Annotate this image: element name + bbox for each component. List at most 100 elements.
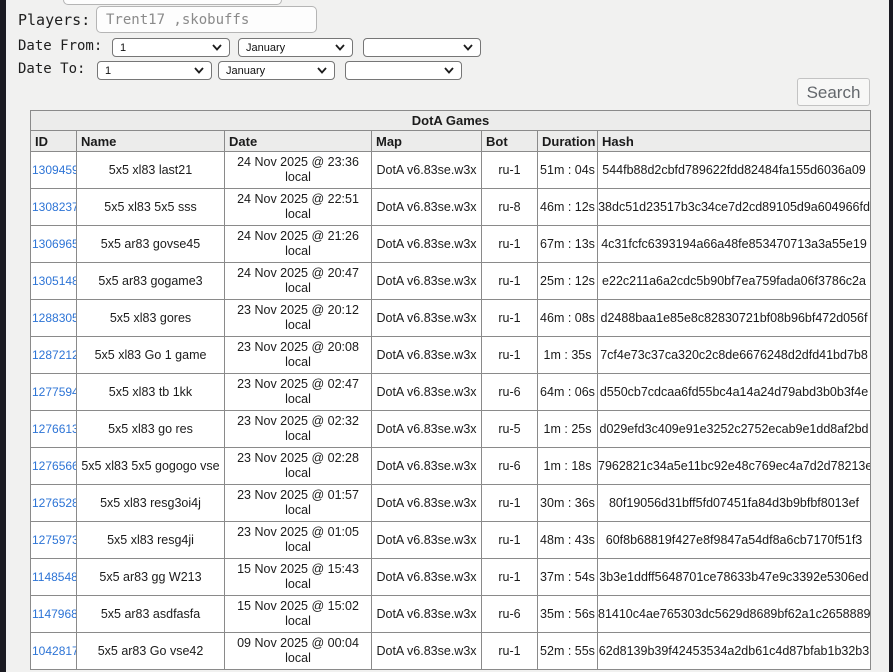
game-id-link[interactable]: 1148548	[32, 570, 76, 584]
date-to-month-select[interactable]: January	[218, 61, 335, 80]
game-bot-cell: ru-5	[481, 410, 538, 448]
game-hash-cell: 7cf4e73c37ca320c2c8de6676248d2dfd41bd7b8	[596, 336, 872, 374]
game-date-line: 23 Nov 2025 @ 02:47	[237, 377, 359, 391]
game-map-cell: DotA v6.83se.w3x	[371, 188, 482, 226]
date-to-year-select[interactable]	[345, 61, 462, 80]
game-date-local: local	[285, 429, 311, 443]
date-from-day-select[interactable]: 1	[112, 38, 230, 57]
game-date-line: 23 Nov 2025 @ 01:57	[237, 488, 359, 502]
table-row: 1305148 5x5 ar83 gogame3 24 Nov 2025 @ 2…	[30, 262, 872, 300]
date-to-day-value: 1	[105, 64, 112, 77]
game-id-link[interactable]: 1277594	[32, 385, 76, 399]
game-id-link[interactable]: 1276566	[32, 459, 76, 473]
game-id-cell: 1309459	[30, 151, 77, 189]
game-duration-cell: 52m : 55s	[537, 632, 598, 670]
col-header-name: Name	[76, 130, 225, 152]
game-id-link[interactable]: 1287212	[32, 348, 76, 362]
game-date-local: local	[285, 392, 311, 406]
game-date-cell: 24 Nov 2025 @ 22:51 local	[224, 188, 372, 226]
game-map-cell: DotA v6.83se.w3x	[371, 595, 482, 633]
date-from-month-select[interactable]: January	[238, 38, 353, 57]
game-id-link[interactable]: 1147968	[32, 607, 76, 621]
game-bot-cell: ru-1	[481, 225, 538, 263]
game-id-link[interactable]: 1288305	[32, 311, 76, 325]
game-id-link[interactable]: 1275973	[32, 533, 76, 547]
game-date-local: local	[285, 503, 311, 517]
chevron-down-icon	[212, 44, 222, 51]
game-id-link[interactable]: 1276528	[32, 496, 76, 510]
col-header-map: Map	[371, 130, 482, 152]
players-input[interactable]	[96, 6, 317, 33]
game-id-cell: 1288305	[30, 299, 77, 337]
table-row: 1042817 5x5 ar83 Go vse42 09 Nov 2025 @ …	[30, 632, 872, 670]
game-id-link[interactable]: 1308237	[32, 200, 76, 214]
game-date-local: local	[285, 540, 311, 554]
date-from-month-value: January	[246, 41, 286, 54]
game-hash-cell: 38dc51d23517b3c34ce7d2cd89105d9a604966fd	[596, 188, 872, 226]
game-name-cell: 5x5 ar83 Go vse42	[76, 632, 225, 670]
game-bot-cell: ru-6	[481, 447, 538, 485]
game-bot-cell: ru-1	[481, 336, 538, 374]
game-id-cell: 1147968	[30, 595, 77, 633]
games-table: DotA Games ID Name Date Map Bot Duration…	[29, 110, 872, 670]
col-header-hash: Hash	[596, 130, 872, 152]
date-from-year-select[interactable]	[363, 38, 481, 57]
game-id-cell: 1287212	[30, 336, 77, 374]
table-title: DotA Games	[29, 110, 872, 131]
game-id-cell: 1275973	[30, 521, 77, 559]
game-name-cell: 5x5 xl83 resg3oi4j	[76, 484, 225, 522]
game-date-local: local	[285, 651, 311, 665]
game-date-cell: 23 Nov 2025 @ 02:28 local	[224, 447, 372, 485]
game-date-line: 15 Nov 2025 @ 15:02	[237, 599, 359, 613]
game-id-link[interactable]: 1305148	[32, 274, 76, 288]
game-date-cell: 24 Nov 2025 @ 23:36 local	[224, 151, 372, 189]
game-id-link[interactable]: 1309459	[32, 163, 76, 177]
game-id-link[interactable]: 1306965	[32, 237, 76, 251]
game-map-cell: DotA v6.83se.w3x	[371, 484, 482, 522]
game-map-cell: DotA v6.83se.w3x	[371, 410, 482, 448]
top-partial-input[interactable]	[63, 0, 282, 5]
game-date-cell: 15 Nov 2025 @ 15:02 local	[224, 595, 372, 633]
game-date-cell: 24 Nov 2025 @ 20:47 local	[224, 262, 372, 300]
game-map-cell: DotA v6.83se.w3x	[371, 373, 482, 411]
col-header-id: ID	[30, 130, 77, 152]
game-date-local: local	[285, 244, 311, 258]
game-date-line: 24 Nov 2025 @ 23:36	[237, 155, 359, 169]
game-hash-cell: 3b3e1ddff5648701ce78633b47e9c3392e5306ed	[596, 558, 872, 596]
game-date-local: local	[285, 207, 311, 221]
game-date-line: 23 Nov 2025 @ 20:08	[237, 340, 359, 354]
date-from-label: Date From:	[18, 38, 103, 54]
game-bot-cell: ru-1	[481, 151, 538, 189]
game-bot-cell: ru-8	[481, 188, 538, 226]
col-header-bot: Bot	[481, 130, 538, 152]
game-hash-cell: e22c211a6a2cdc5b90bf7ea759fada06f3786c2a	[596, 262, 872, 300]
game-date-line: 23 Nov 2025 @ 02:28	[237, 451, 359, 465]
table-row: 1288305 5x5 xl83 gores 23 Nov 2025 @ 20:…	[30, 299, 872, 337]
game-id-link[interactable]: 1042817	[32, 644, 76, 658]
game-hash-cell: 62d8139b39f42453534a2db61c4d87bfab1b32b3	[596, 632, 872, 670]
game-date-line: 09 Nov 2025 @ 00:04	[237, 636, 359, 650]
game-bot-cell: ru-6	[481, 373, 538, 411]
game-hash-cell: d550cb7cdcaa6fd55bc4a14a24d79abd3b0b3f4e	[596, 373, 872, 411]
game-duration-cell: 64m : 06s	[537, 373, 598, 411]
game-date-local: local	[285, 318, 311, 332]
game-date-line: 24 Nov 2025 @ 21:26	[237, 229, 359, 243]
date-to-label: Date To:	[18, 61, 86, 77]
game-id-link[interactable]: 1276613	[32, 422, 76, 436]
date-to-day-select[interactable]: 1	[97, 61, 212, 80]
search-button[interactable]: Search	[797, 78, 870, 106]
game-date-local: local	[285, 577, 311, 591]
game-id-cell: 1276613	[30, 410, 77, 448]
game-id-cell: 1277594	[30, 373, 77, 411]
game-date-cell: 15 Nov 2025 @ 15:43 local	[224, 558, 372, 596]
game-hash-cell: 544fb88d2cbfd789622fdd82484fa155d6036a09	[596, 151, 872, 189]
table-row: 1309459 5x5 xl83 last21 24 Nov 2025 @ 23…	[30, 151, 872, 189]
table-row: 1276613 5x5 xl83 go res 23 Nov 2025 @ 02…	[30, 410, 872, 448]
game-name-cell: 5x5 ar83 govse45	[76, 225, 225, 263]
game-date-line: 23 Nov 2025 @ 02:32	[237, 414, 359, 428]
game-id-cell: 1305148	[30, 262, 77, 300]
game-bot-cell: ru-1	[481, 484, 538, 522]
game-map-cell: DotA v6.83se.w3x	[371, 521, 482, 559]
game-bot-cell: ru-1	[481, 632, 538, 670]
game-date-cell: 23 Nov 2025 @ 01:05 local	[224, 521, 372, 559]
